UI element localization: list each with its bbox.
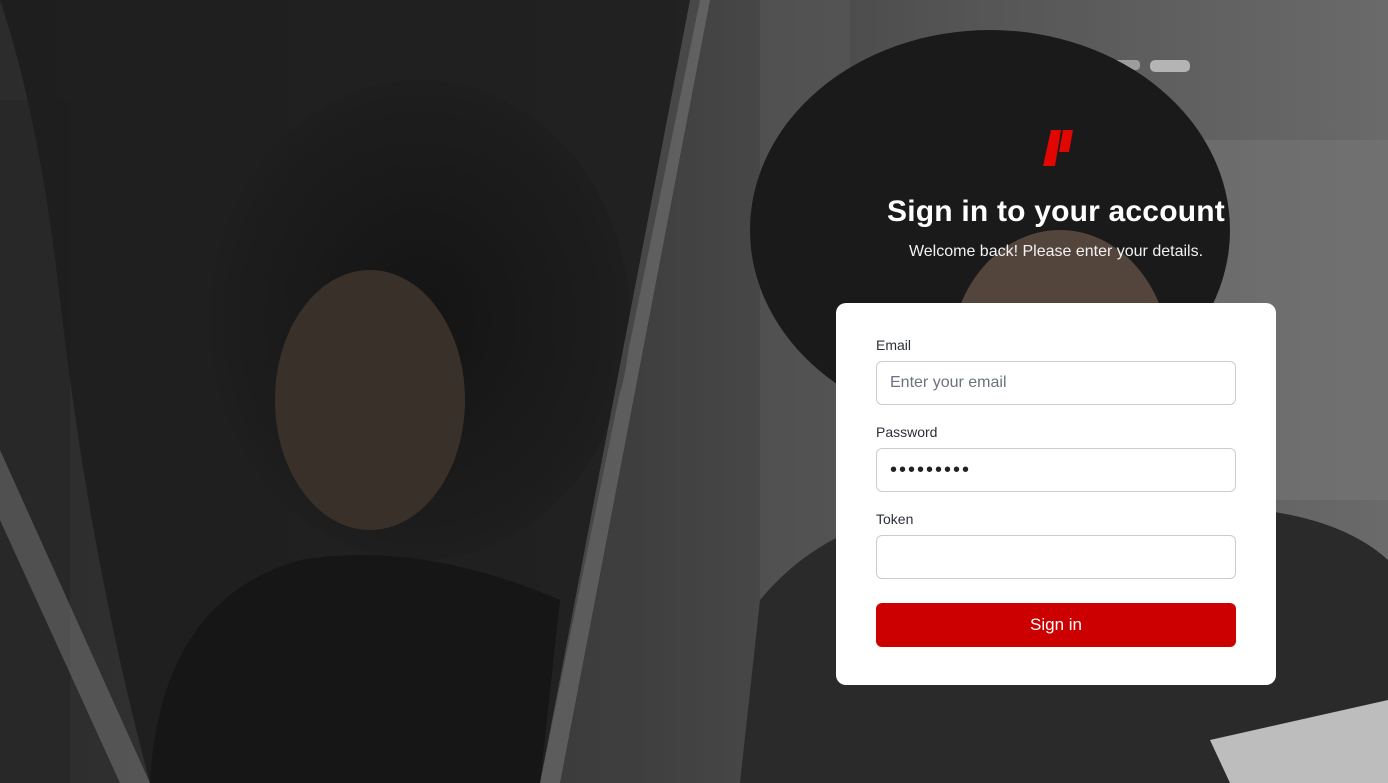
signin-header: Sign in to your account Welcome back! Pl…	[836, 128, 1276, 262]
password-input[interactable]	[876, 448, 1236, 492]
token-input[interactable]	[876, 535, 1236, 579]
password-field-group: Password	[876, 424, 1236, 492]
token-label: Token	[876, 511, 914, 527]
email-field-group: Email	[876, 337, 1236, 405]
page-title: Sign in to your account	[887, 195, 1225, 228]
email-input[interactable]	[876, 361, 1236, 405]
brand-logo-icon	[1043, 130, 1073, 166]
page-subtitle: Welcome back! Please enter your details.	[908, 243, 1204, 260]
signin-card: Email Password Token Sign in	[836, 303, 1276, 685]
token-field-group: Token	[876, 511, 1236, 579]
email-label: Email	[876, 337, 912, 353]
sign-in-button[interactable]: Sign in	[876, 603, 1236, 647]
password-label: Password	[876, 424, 938, 440]
